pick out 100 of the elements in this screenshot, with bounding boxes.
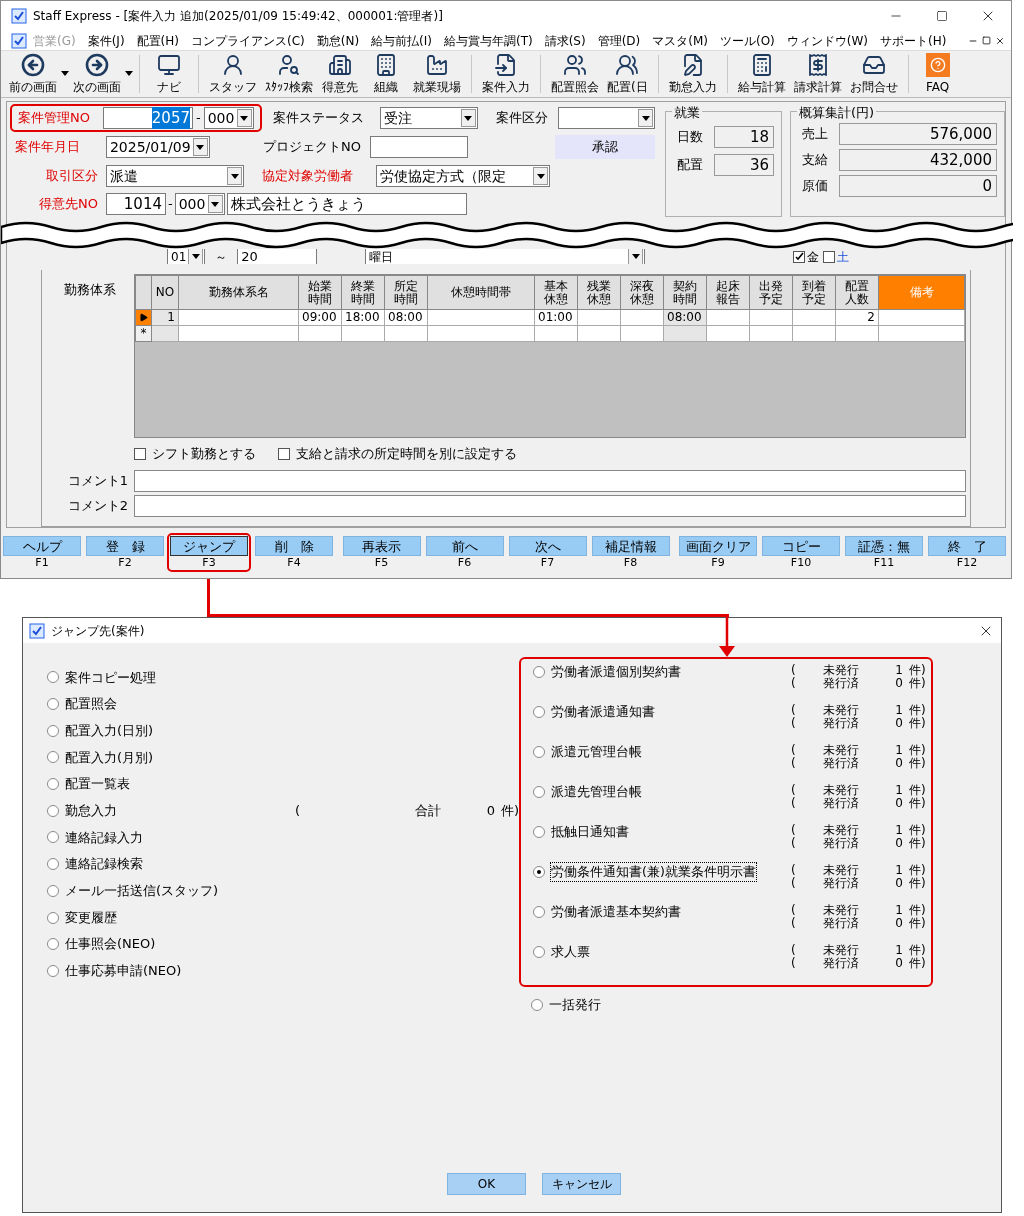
menu-item[interactable]: 給与前払(I) [365, 31, 438, 50]
toolbar-button[interactable]: 就業現場 [409, 51, 465, 97]
function-key-button[interactable]: 登 録 [86, 536, 164, 556]
text-field[interactable]: 18 [714, 126, 774, 148]
option-label[interactable]: 案件コピー処理 [65, 667, 255, 688]
status-label: 未発行 [823, 824, 860, 837]
option-label[interactable]: 仕事照会(NEO) [65, 934, 255, 954]
function-key-button[interactable]: 削 除 [255, 536, 333, 556]
menu-item[interactable]: 給与賞与年調(T) [437, 31, 539, 50]
column-header[interactable]: NO [151, 276, 179, 310]
dropdown[interactable]: 01 [167, 249, 206, 265]
option-label[interactable]: 配置入力(月別) [65, 747, 255, 768]
dropdown[interactable]: 受注 [379, 107, 478, 129]
toolbar-button[interactable]: スタッフ [205, 51, 261, 97]
toolbar-button[interactable]: 得意先 [317, 51, 363, 97]
toolbar-button[interactable]: 次の画面 [69, 51, 125, 97]
column-header[interactable]: 勤務体系名 [178, 276, 299, 310]
function-key-button[interactable]: ヘルプ [3, 536, 81, 556]
option-label[interactable]: 派遣先管理台帳 [551, 782, 642, 802]
column-header[interactable]: 配置人数 [835, 276, 879, 310]
function-key-button[interactable]: 画面クリア [679, 536, 757, 556]
menu-item[interactable]: マスタ(M) [646, 31, 714, 50]
function-key-button[interactable]: ジャンプ [170, 536, 248, 556]
toolbar-button[interactable]: お問合せ [845, 51, 902, 97]
toolbar-button[interactable]: 請求計算 [789, 51, 846, 97]
column-header[interactable]: 起床報告 [706, 276, 750, 310]
option-label[interactable]: 勤怠入力 [65, 801, 241, 821]
column-header[interactable]: 始業時間 [298, 276, 342, 310]
option-label[interactable]: 配置照会 [65, 694, 255, 714]
menu-item[interactable]: ウィンドウ(W) [780, 31, 875, 50]
menu-item[interactable]: 配置(H) [130, 31, 185, 50]
dropdown[interactable]: 000 [174, 193, 225, 215]
column-header[interactable]: 契約時間 [663, 276, 707, 310]
status-label: 発行済 [823, 757, 860, 770]
toolbar-button[interactable]: ｽﾀｯﾌ検索 [261, 51, 317, 97]
option-label[interactable]: 仕事応募申請(NEO) [65, 961, 255, 981]
text-field[interactable]: 株式会社とうきょう [226, 193, 467, 215]
option-label[interactable]: 配置入力(日別) [65, 720, 255, 741]
option-label[interactable]: 労働条件通知書(兼)就業条件明示書 [551, 862, 756, 882]
toolbar-button[interactable]: ナビ [146, 51, 192, 97]
column-header[interactable]: 所定時間 [384, 276, 428, 310]
key-label: F2 [118, 556, 132, 570]
approve-button[interactable]: 承認 [555, 135, 655, 159]
option-label[interactable]: 労働者派遣通知書 [551, 702, 655, 722]
option-label[interactable]: 抵触日通知書 [551, 822, 629, 842]
dropdown[interactable]: 労使協定方式（限定 [376, 165, 550, 187]
dropdown[interactable]: 000 [203, 107, 254, 129]
function-key-button[interactable]: 次へ [508, 536, 587, 556]
option-label[interactable]: 労働者派遣個別契約書 [551, 662, 681, 682]
column-header[interactable]: 休憩時間帯 [427, 276, 535, 310]
text-field[interactable]: 36 [714, 154, 774, 176]
toolbar-button[interactable]: 案件入力 [478, 51, 534, 97]
dialog-button[interactable]: キャンセル [542, 1173, 621, 1195]
toolbar-button[interactable]: 配置(日 [603, 51, 652, 97]
toolbar-button[interactable]: 組織 [363, 51, 409, 97]
function-key-button[interactable]: 終 了 [928, 536, 1006, 556]
column-header[interactable]: 残業休憩 [577, 276, 621, 310]
option-label[interactable]: 連絡記録検索 [65, 854, 255, 874]
dropdown[interactable]: 派遣 [106, 165, 244, 187]
function-key-button[interactable]: 再表示 [342, 536, 421, 556]
toolbar-button[interactable]: 給与計算 [733, 51, 790, 97]
function-key-button[interactable]: 前へ [425, 536, 504, 556]
option-label[interactable]: 派遣元管理台帳 [551, 742, 642, 762]
text-field[interactable]: 2057 [103, 107, 193, 129]
column-header[interactable]: 基本休憩 [534, 276, 578, 310]
menu-item[interactable]: 管理(D) [591, 31, 647, 50]
column-header[interactable]: 終業時間 [341, 276, 385, 310]
toolbar-button[interactable]: FAQ [914, 51, 961, 97]
menu-item[interactable]: コンプライアンス(C) [184, 31, 311, 50]
option-label[interactable]: 変更履歴 [65, 907, 255, 928]
dropdown[interactable]: 2025/01/09 [105, 136, 210, 158]
column-header[interactable]: 到着予定 [792, 276, 836, 310]
option-label[interactable]: メール一括送信(スタッフ) [65, 881, 255, 901]
column-header[interactable]: 深夜休憩 [620, 276, 664, 310]
field-label: コメント2 [66, 497, 129, 516]
menu-item[interactable]: サポート(H) [874, 31, 953, 50]
text-field[interactable]: 0 [839, 175, 997, 197]
function-key-button[interactable]: 証憑：無 [845, 536, 923, 556]
text-field[interactable]: 576,000 [839, 123, 997, 145]
toolbar-button[interactable]: 勤怠入力 [664, 51, 721, 97]
dialog-button[interactable]: OK [447, 1173, 526, 1195]
option-label[interactable]: 配置一覧表 [65, 774, 255, 794]
option-label[interactable]: 求人票 [551, 942, 590, 962]
text-field[interactable]: 1014 [106, 193, 166, 215]
column-header[interactable]: 出発予定 [749, 276, 793, 310]
text-field[interactable]: 20 [237, 249, 318, 265]
option-label[interactable]: 連絡記録入力 [65, 827, 255, 848]
function-key-button[interactable]: 補足情報 [591, 536, 670, 556]
dropdown[interactable]: 曜日 [365, 249, 646, 265]
menu-item[interactable]: 請求(S) [538, 31, 592, 50]
text-field[interactable]: 432,000 [839, 149, 997, 171]
menu-item[interactable]: ツール(O) [714, 31, 781, 50]
menu-item[interactable]: 案件(J) [81, 31, 131, 50]
option-label[interactable]: 一括発行 [549, 995, 601, 1015]
toolbar-button[interactable]: 配置照会 [547, 51, 603, 97]
option-label[interactable]: 労働者派遣基本契約書 [551, 902, 681, 922]
toolbar-button[interactable]: 前の画面 [5, 51, 61, 97]
function-key-button[interactable]: コピー [762, 536, 840, 556]
status-label: 未発行 [823, 864, 860, 877]
menu-item[interactable]: 勤怠(N) [310, 31, 366, 50]
